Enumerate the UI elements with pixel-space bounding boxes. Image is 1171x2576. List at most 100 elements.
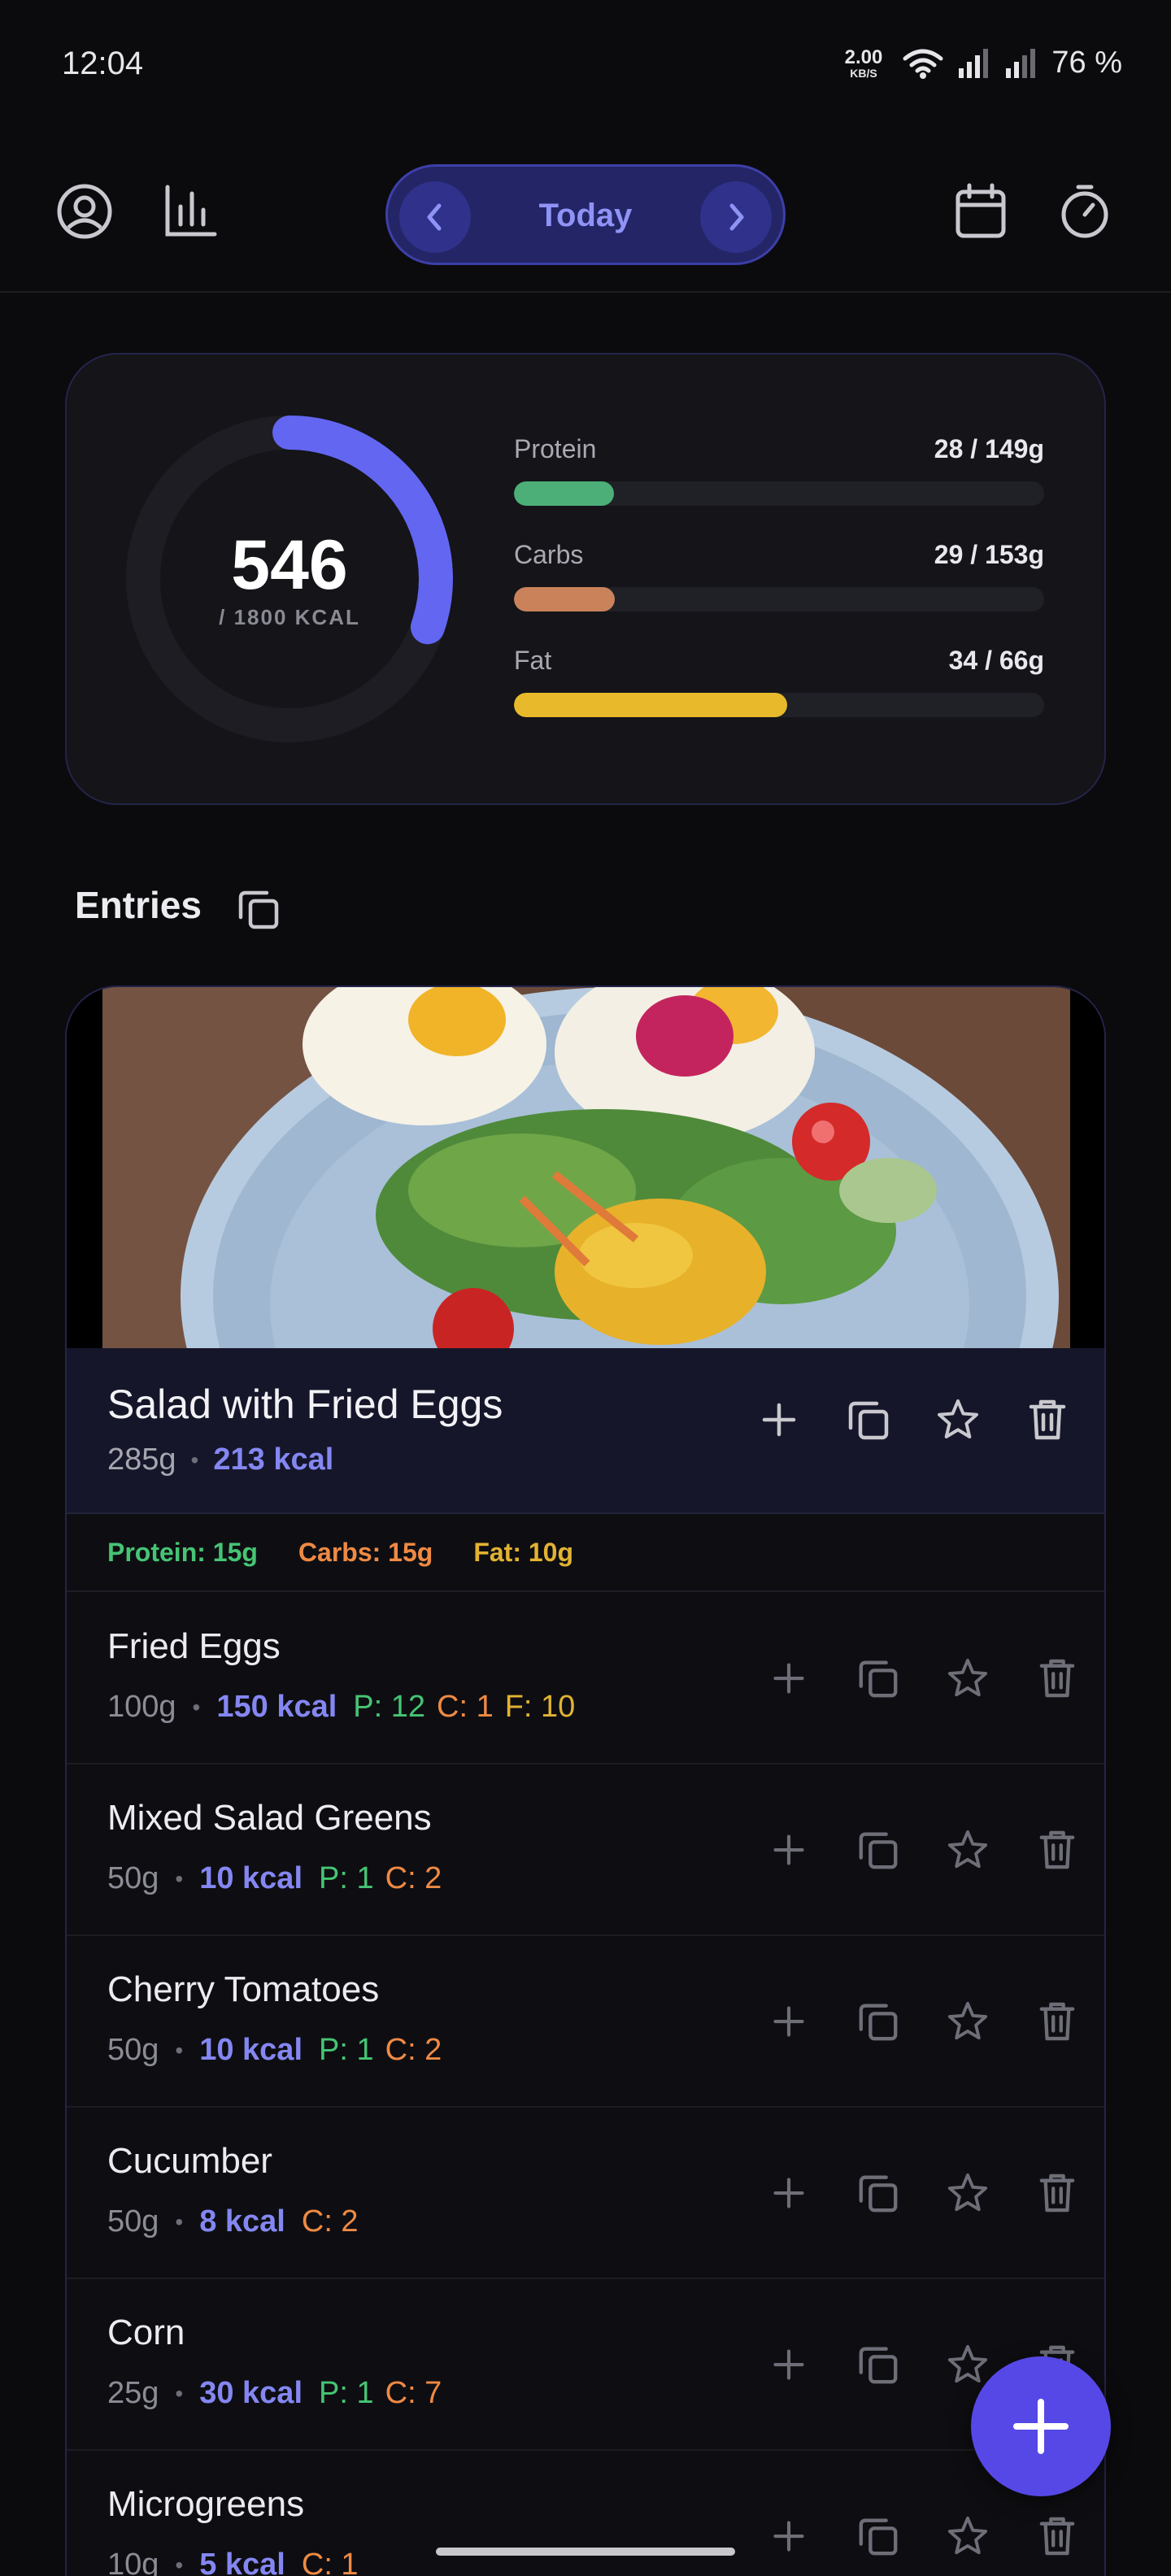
timer-icon (1061, 185, 1108, 238)
list-item[interactable]: Cucumber 50g • 8 kcal C: 2 (67, 2108, 1104, 2279)
delete-item-button[interactable] (1021, 2157, 1093, 2229)
trash-icon (1039, 1659, 1075, 1698)
add-item-button[interactable] (753, 1814, 825, 1886)
favorite-item-button[interactable] (932, 2500, 1003, 2572)
item-actions (753, 2500, 1093, 2572)
delete-item-button[interactable] (1021, 1643, 1093, 1714)
trash-icon (1039, 2174, 1075, 2213)
copy-icon (859, 2518, 898, 2556)
favorite-meal-button[interactable] (922, 1384, 994, 1456)
battery-level: 76 % (1051, 46, 1122, 80)
item-fat: F: 10 (504, 1690, 576, 1724)
item-name: Fried Eggs (107, 1626, 281, 1666)
calories-consumed: 546 (231, 526, 348, 604)
copy-item-button[interactable] (842, 2500, 914, 2572)
star-icon (938, 1399, 978, 1438)
add-item-button[interactable] (753, 2500, 825, 2572)
add-to-meal-button[interactable] (743, 1384, 815, 1456)
item-protein: P: 1 (319, 2033, 374, 2067)
item-carbs: C: 2 (301, 2204, 359, 2239)
stats-button[interactable] (155, 176, 226, 247)
copy-item-button[interactable] (842, 1643, 914, 1714)
item-macros: P: 12 C: 1 F: 10 (353, 1690, 575, 1725)
plus-icon (773, 2178, 804, 2208)
delete-item-button[interactable] (1021, 2500, 1093, 2572)
star-icon (947, 2516, 988, 2555)
item-name: Mixed Salad Greens (107, 1798, 432, 1838)
meal-name: Salad with Fried Eggs (107, 1382, 503, 1427)
calendar-button[interactable] (945, 176, 1016, 247)
macro-value: 28 / 149g (934, 434, 1044, 463)
list-item[interactable]: Microgreens 10g • 5 kcal C: 1 (67, 2452, 1104, 2576)
item-weight: 10g (107, 2548, 159, 2576)
list-item[interactable]: Fried Eggs 100g • 150 kcal P: 12 C: 1 F:… (67, 1594, 1104, 1764)
net-speed: 2.00 KB/S (844, 46, 883, 79)
item-kcal: 150 kcal (216, 1690, 337, 1724)
macro-name: Protein (514, 434, 597, 463)
macro-track (514, 693, 1044, 717)
delete-item-button[interactable] (1021, 1986, 1093, 2057)
item-macros: P: 1 C: 2 (319, 1861, 442, 1896)
meal-protein: Protein: 15g (107, 1537, 258, 1567)
copy-item-button[interactable] (842, 2329, 914, 2400)
add-entry-button[interactable] (971, 2356, 1111, 2496)
favorite-item-button[interactable] (932, 1643, 1003, 1714)
copy-icon (859, 2175, 898, 2213)
signal-icon-2 (1006, 48, 1036, 78)
star-icon (947, 2173, 988, 2212)
add-item-button[interactable] (753, 2157, 825, 2229)
item-actions (753, 1986, 1093, 2057)
copy-meal-button[interactable] (833, 1384, 904, 1456)
copy-day-button[interactable] (234, 885, 283, 933)
meal-fat: Fat: 10g (473, 1537, 573, 1567)
net-speed-value: 2.00 (844, 46, 883, 68)
timer-button[interactable] (1049, 176, 1121, 247)
item-summary: 50g • 10 kcal P: 1 C: 2 (107, 1861, 442, 1896)
favorite-item-button[interactable] (932, 2157, 1003, 2229)
item-macros: P: 1 C: 7 (319, 2376, 442, 2411)
signal-icon (959, 48, 989, 78)
top-nav: Today (0, 159, 1171, 293)
entries-title: Entries (75, 884, 202, 926)
add-item-button[interactable] (753, 2329, 825, 2400)
item-name: Cherry Tomatoes (107, 1969, 380, 2009)
item-weight: 100g (107, 1690, 176, 1724)
meal-actions (743, 1384, 1083, 1456)
copy-item-button[interactable] (842, 1986, 914, 2057)
copy-item-button[interactable] (842, 2157, 914, 2229)
profile-button[interactable] (49, 176, 120, 247)
copy-icon (238, 890, 279, 929)
copy-item-button[interactable] (842, 1814, 914, 1886)
favorite-item-button[interactable] (932, 1814, 1003, 1886)
macro-name: Carbs (514, 540, 584, 569)
list-item[interactable]: Cherry Tomatoes 50g • 10 kcal P: 1 C: 2 (67, 1937, 1104, 2108)
item-summary: 100g • 150 kcal P: 12 C: 1 F: 10 (107, 1690, 575, 1725)
macro-name: Fat (514, 646, 552, 675)
meal-photo[interactable] (67, 987, 1106, 1348)
item-kcal: 30 kcal (199, 2376, 303, 2410)
item-kcal: 10 kcal (199, 1861, 303, 1895)
stats-icon (165, 185, 217, 237)
item-macros: C: 1 (302, 2548, 359, 2576)
delete-meal-button[interactable] (1012, 1384, 1083, 1456)
meal-weight: 285g (107, 1442, 176, 1477)
next-day-button[interactable] (700, 181, 772, 253)
star-icon (947, 1830, 988, 1869)
meal-header[interactable]: Salad with Fried Eggs 285g • 213 kcal (67, 1348, 1104, 1514)
copy-icon (859, 2004, 898, 2041)
list-item[interactable]: Mixed Salad Greens 50g • 10 kcal P: 1 C:… (67, 1765, 1104, 1936)
item-summary: 50g • 10 kcal P: 1 C: 2 (107, 2033, 442, 2068)
delete-item-button[interactable] (1021, 1814, 1093, 1886)
list-item[interactable]: Corn 25g • 30 kcal P: 1 C: 7 (67, 2280, 1104, 2451)
item-actions (753, 1814, 1093, 1886)
protein-bar-fill (514, 481, 614, 506)
meal-summary: 285g • 213 kcal (107, 1442, 333, 1477)
add-item-button[interactable] (753, 1986, 825, 2057)
meal-card: Salad with Fried Eggs 285g • 213 kcal Pr… (65, 986, 1106, 2576)
carbs-bar-fill (514, 587, 615, 611)
favorite-item-button[interactable] (932, 1986, 1003, 2057)
wifi-icon (903, 49, 943, 79)
home-indicator[interactable] (436, 2548, 735, 2556)
item-carbs: C: 2 (385, 2033, 442, 2067)
add-item-button[interactable] (753, 1643, 825, 1714)
